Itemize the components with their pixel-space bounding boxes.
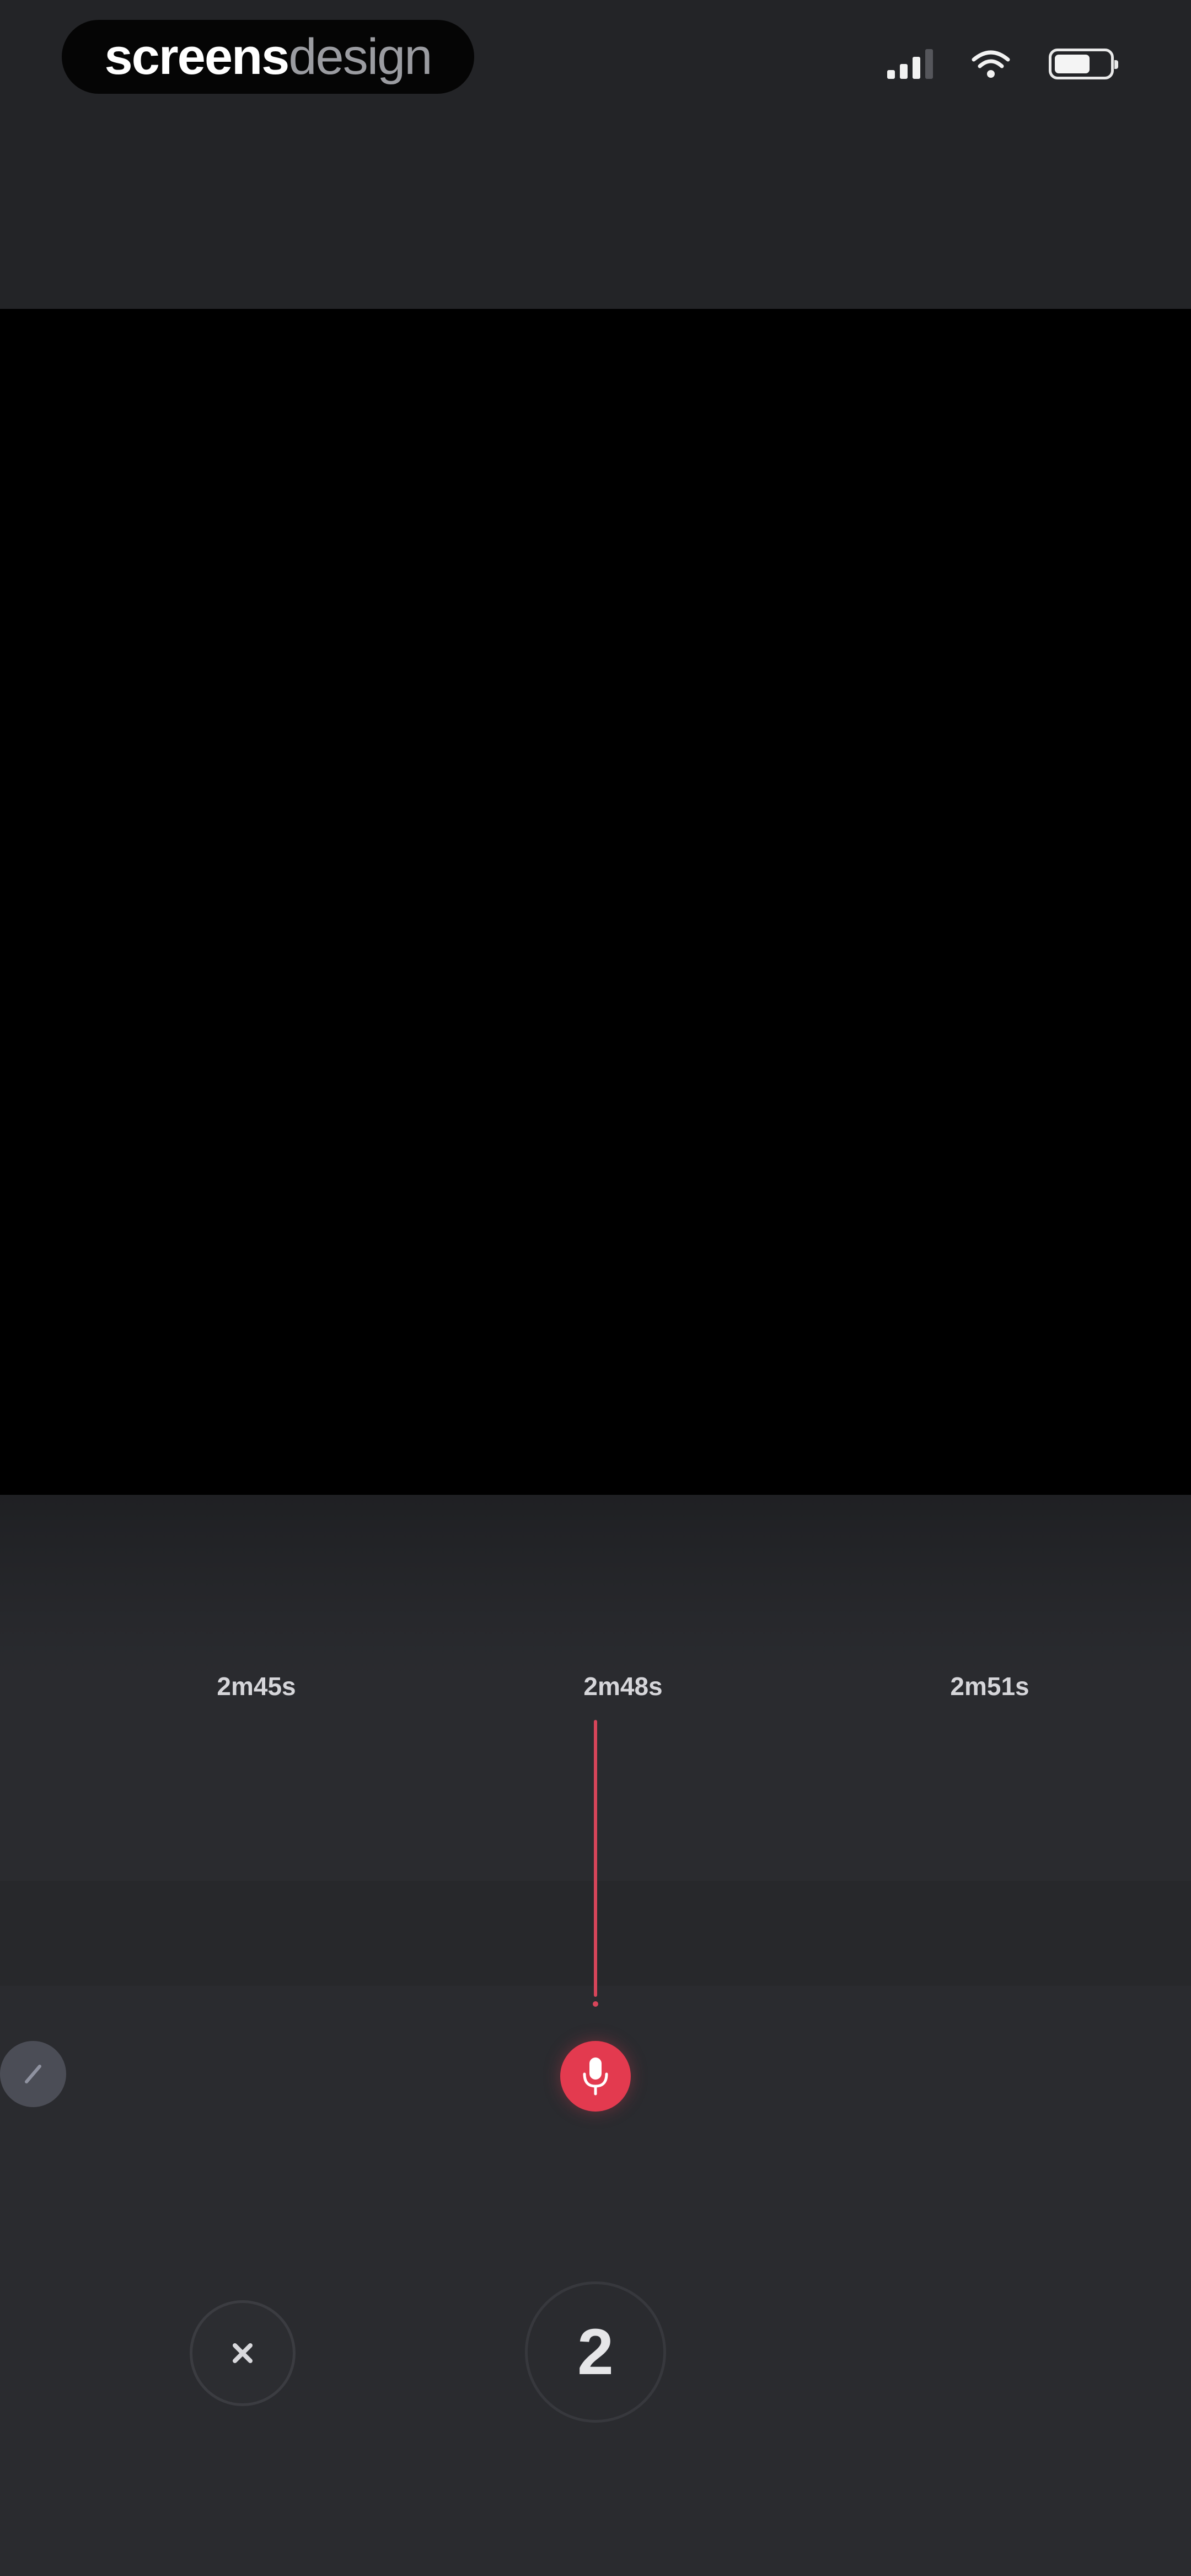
video-preview[interactable] — [0, 309, 1191, 1495]
recording-screen: screens design 2m45s 2m48s 2m51s 2 — [0, 0, 1191, 2576]
brand-logo: screens design — [62, 20, 474, 94]
wifi-icon — [972, 50, 1010, 78]
signal-icon — [887, 49, 933, 79]
close-icon — [233, 2343, 253, 2363]
take-count-button[interactable]: 2 — [525, 2281, 666, 2423]
take-count: 2 — [577, 2316, 614, 2388]
brand-logo-strong: screens — [104, 28, 290, 85]
timeline-tick-label: 2m51s — [950, 1672, 1029, 1701]
timeline-tick-label: 2m45s — [217, 1672, 296, 1701]
record-button[interactable] — [560, 2041, 631, 2112]
status-bar: screens design — [0, 0, 1191, 309]
status-icons — [887, 49, 1118, 79]
battery-level — [1055, 55, 1090, 73]
battery-icon — [1049, 49, 1118, 79]
close-button[interactable] — [190, 2300, 296, 2406]
brand-logo-light: design — [288, 28, 432, 85]
playhead-tip — [593, 2001, 598, 2007]
microphone-icon — [583, 2057, 608, 2096]
playhead[interactable] — [594, 1720, 597, 1997]
pencil-icon — [25, 2065, 41, 2083]
timeline-tick-label: 2m48s — [583, 1672, 663, 1701]
edit-handle[interactable] — [0, 2041, 66, 2107]
